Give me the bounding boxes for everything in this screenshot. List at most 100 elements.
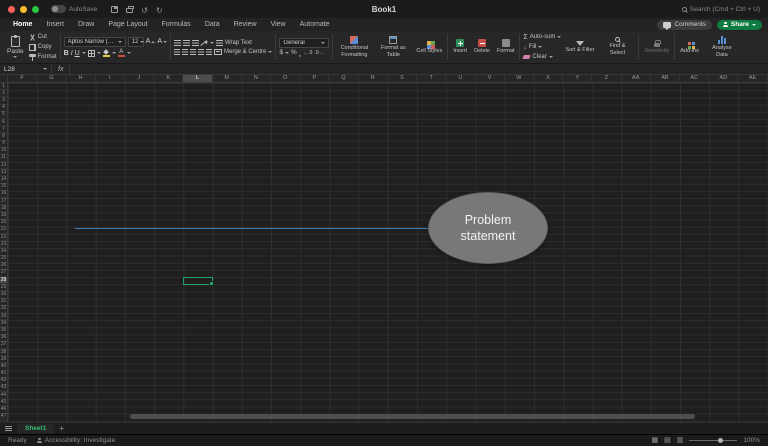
column-header-T[interactable]: T (417, 75, 446, 82)
normal-view-icon[interactable]: ▦ (652, 437, 659, 444)
zoom-window-button[interactable] (32, 6, 39, 13)
page-layout-view-icon[interactable]: ▤ (664, 437, 671, 444)
merge-centre-button[interactable]: Merge & Centre (224, 49, 266, 55)
sheet-list-icon[interactable] (5, 426, 12, 431)
ribbon-tab-view[interactable]: View (264, 18, 293, 31)
row-header-27[interactable]: 27 (0, 270, 7, 277)
print-icon[interactable] (126, 8, 133, 13)
autosave-toggle[interactable] (51, 5, 66, 13)
formula-input[interactable] (70, 64, 768, 74)
row-header-43[interactable]: 43 (0, 385, 7, 392)
italic-button[interactable]: I (71, 50, 73, 57)
wrap-text-button[interactable]: Wrap Text (225, 40, 252, 46)
column-header-W[interactable]: W (505, 75, 534, 82)
sheet-tab-sheet1[interactable]: Sheet1 (17, 424, 54, 434)
problem-statement-ellipse-shape[interactable]: Problem statement (428, 192, 548, 264)
row-header-37[interactable]: 37 (0, 342, 7, 349)
cut-button[interactable]: Cut (29, 33, 57, 41)
increase-font-size-button[interactable]: A (146, 38, 156, 45)
column-header-AA[interactable]: AA (622, 75, 651, 82)
find-select-button[interactable]: Find & Select (599, 37, 635, 56)
ribbon-tab-page-layout[interactable]: Page Layout (101, 18, 154, 31)
bold-button[interactable]: B (64, 50, 69, 57)
zoom-slider[interactable] (689, 440, 737, 441)
format-cells-button[interactable]: Format (495, 39, 516, 55)
column-header-AC[interactable]: AC (680, 75, 709, 82)
column-header-I[interactable]: I (96, 75, 125, 82)
ribbon-tab-data[interactable]: Data (198, 18, 227, 31)
copy-button[interactable]: Copy (29, 43, 57, 51)
name-box[interactable]: L28 (0, 64, 52, 74)
row-header-21[interactable]: 21 (0, 227, 7, 234)
close-window-button[interactable] (8, 6, 15, 13)
decrease-indent-icon[interactable] (198, 49, 204, 55)
zoom-slider-thumb[interactable] (718, 438, 723, 443)
redo-icon[interactable] (156, 0, 163, 18)
horizontal-scrollbar[interactable] (130, 414, 695, 419)
comments-button[interactable]: Comments (657, 20, 711, 30)
search-box[interactable]: Search (Cmd + Ctrl + U) (682, 6, 760, 13)
column-header-Y[interactable]: Y (563, 75, 592, 82)
column-header-U[interactable]: U (446, 75, 475, 82)
column-header-V[interactable]: V (476, 75, 505, 82)
column-header-AE[interactable]: AE (738, 75, 767, 82)
select-all-corner[interactable] (0, 75, 8, 82)
increase-decimal-button[interactable] (303, 51, 312, 56)
row-header-47[interactable]: 47 (0, 414, 7, 421)
column-header-L[interactable]: L (183, 75, 212, 82)
page-break-view-icon[interactable]: ▥ (677, 437, 684, 444)
underline-button[interactable]: U (75, 50, 80, 57)
align-top-icon[interactable] (174, 40, 181, 46)
column-header-Z[interactable]: Z (592, 75, 621, 82)
currency-format-button[interactable] (279, 50, 283, 57)
column-header-Q[interactable]: Q (329, 75, 358, 82)
align-right-icon[interactable] (190, 49, 196, 55)
minimize-window-button[interactable] (20, 6, 27, 13)
column-header-M[interactable]: M (213, 75, 242, 82)
text-orientation-icon[interactable] (201, 40, 208, 47)
align-bottom-icon[interactable] (192, 40, 199, 46)
sensitivity-button[interactable]: Sensitivity (642, 40, 671, 55)
insert-function-button[interactable]: fx (52, 64, 70, 74)
font-name-select[interactable]: Aptos Narrow (Bod... (64, 37, 126, 47)
borders-icon[interactable] (88, 50, 95, 57)
ribbon-tab-review[interactable]: Review (227, 18, 264, 31)
ribbon-tab-automate[interactable]: Automate (293, 18, 337, 31)
fill-color-icon[interactable] (103, 50, 110, 57)
align-center-icon[interactable] (182, 49, 188, 55)
add-ins-button[interactable]: Add-ins (678, 40, 701, 55)
column-header-P[interactable]: P (300, 75, 329, 82)
column-header-X[interactable]: X (534, 75, 563, 82)
insert-cells-button[interactable]: Insert (451, 39, 469, 55)
increase-indent-icon[interactable] (206, 49, 212, 55)
add-sheet-button[interactable]: + (59, 425, 64, 433)
ribbon-tab-home[interactable]: Home (6, 18, 39, 31)
font-size-select[interactable]: 12 (128, 37, 144, 47)
row-header-11[interactable]: 11 (0, 155, 7, 162)
cell-grid[interactable] (8, 83, 768, 422)
ribbon-tab-insert[interactable]: Insert (39, 18, 71, 31)
accessibility-button[interactable]: Accessibility: Investigate (37, 437, 115, 444)
format-as-table-button[interactable]: Format as Table (375, 36, 411, 58)
align-left-icon[interactable] (174, 49, 180, 55)
save-icon[interactable] (111, 6, 118, 13)
column-header-O[interactable]: O (271, 75, 300, 82)
font-color-icon[interactable] (118, 49, 125, 58)
row-header-5[interactable]: 5 (0, 112, 7, 119)
analyse-data-button[interactable]: Analyse Data (704, 36, 740, 58)
format-painter-button[interactable]: Format (29, 53, 57, 61)
decrease-font-size-button[interactable]: A (157, 38, 167, 45)
autosum-button[interactable]: Auto-sum (523, 33, 561, 41)
number-format-select[interactable]: General (279, 38, 329, 48)
column-header-AD[interactable]: AD (709, 75, 738, 82)
ribbon-tab-formulas[interactable]: Formulas (155, 18, 198, 31)
percent-format-button[interactable] (291, 50, 297, 57)
undo-icon[interactable] (141, 0, 148, 18)
align-middle-icon[interactable] (183, 40, 190, 46)
row-header-16[interactable]: 16 (0, 191, 7, 198)
column-header-S[interactable]: S (388, 75, 417, 82)
conditional-formatting-button[interactable]: Conditional Formatting (336, 36, 372, 58)
column-header-F[interactable]: F (8, 75, 37, 82)
column-header-G[interactable]: G (37, 75, 66, 82)
column-header-K[interactable]: K (154, 75, 183, 82)
